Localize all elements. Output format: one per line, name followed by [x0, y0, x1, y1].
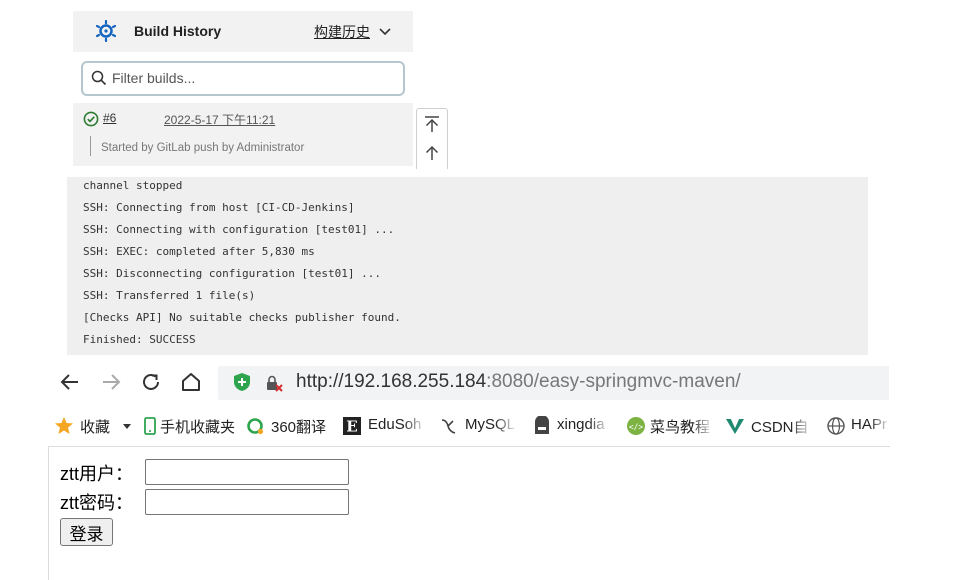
- url-path: :8080/easy-springmvc-maven/: [486, 371, 741, 392]
- runoob-icon: </>: [627, 417, 645, 435]
- bookmark-mobile[interactable]: 手机收藏夹: [140, 413, 240, 439]
- insecure-lock-icon[interactable]: [265, 374, 283, 392]
- console-line: Finished: SUCCESS: [83, 333, 196, 346]
- console-line: SSH: Transferred 1 file(s): [83, 289, 256, 302]
- console-line: channel stopped: [83, 179, 183, 192]
- bookmark-favorites[interactable]: 收藏: [54, 413, 124, 439]
- console-line: SSH: Disconnecting configuration [test01…: [83, 267, 382, 280]
- username-label: ztt用户：: [60, 464, 134, 484]
- translate-icon: [247, 418, 264, 435]
- filter-builds-field[interactable]: [81, 61, 405, 96]
- bookmark-fade: [495, 409, 517, 443]
- bookmark-label: 收藏: [80, 419, 111, 436]
- console-line: [Checks API] No suitable checks publishe…: [83, 311, 401, 324]
- success-check-icon: [83, 111, 99, 127]
- url-host: http://192.168.255.184: [296, 371, 487, 392]
- content-left-edge: [48, 446, 49, 580]
- build-history-icon: [95, 20, 117, 42]
- bookmarks-bar: 收藏 手机收藏夹 360翻译 E EduSoh MySQL xingdia </…: [54, 409, 890, 443]
- bookmark-fade: [588, 409, 610, 443]
- back-icon[interactable]: [58, 370, 82, 394]
- build-history-cn-link[interactable]: 构建历史: [314, 22, 370, 42]
- bookmark-fade: [791, 409, 813, 443]
- build-date-link[interactable]: 2022-5-17 下午11:21: [164, 111, 275, 128]
- bookmark-fade: [404, 409, 426, 443]
- star-icon: [55, 417, 73, 434]
- forward-icon[interactable]: [99, 370, 123, 394]
- console-line: SSH: Connecting from host [CI-CD-Jenkins…: [83, 201, 355, 214]
- filter-builds-input[interactable]: [112, 68, 392, 88]
- scroll-to-top-icon[interactable]: [422, 114, 442, 134]
- build-number-link[interactable]: #6: [103, 111, 116, 125]
- bookmark-label: 360翻译: [271, 419, 327, 436]
- entry-divider: [90, 136, 91, 156]
- console-line: SSH: EXEC: completed after 5,830 ms: [83, 245, 315, 258]
- globe-icon: [827, 417, 845, 435]
- content-divider: [48, 446, 890, 447]
- shield-icon[interactable]: [232, 372, 252, 392]
- password-input[interactable]: [145, 489, 349, 515]
- edusoho-icon: E: [343, 417, 361, 436]
- password-label: ztt密码：: [60, 493, 134, 513]
- build-history-title: Build History: [134, 23, 222, 39]
- svg-text:</>: </>: [629, 423, 644, 432]
- search-icon: [91, 70, 107, 86]
- phone-icon: [144, 417, 156, 435]
- console-output: channel stopped SSH: Connecting from hos…: [67, 177, 868, 355]
- login-button[interactable]: 登录: [60, 518, 113, 546]
- build-history-header: Build History 构建历史: [73, 11, 413, 52]
- chevron-down-icon[interactable]: [378, 24, 392, 38]
- username-input[interactable]: [145, 459, 349, 485]
- bookmark-fade: [692, 409, 714, 443]
- address-bar[interactable]: http://192.168.255.184:8080/easy-springm…: [218, 366, 889, 400]
- build-description: Started by GitLab push by Administrator: [101, 142, 305, 154]
- scroll-controls: [416, 108, 448, 169]
- caret-down-icon[interactable]: [122, 421, 132, 431]
- csdn-icon: [726, 419, 744, 434]
- bookmark-fade: [869, 409, 890, 443]
- console-line: SSH: Connecting with configuration [test…: [83, 223, 395, 236]
- reload-icon[interactable]: [139, 370, 163, 394]
- svg-text:E: E: [346, 418, 357, 436]
- scroll-up-icon[interactable]: [422, 143, 442, 163]
- mysql-icon: [441, 419, 456, 434]
- bookmark-label: 手机收藏夹: [160, 419, 236, 436]
- home-icon[interactable]: [179, 370, 203, 394]
- bookmark-360-translate[interactable]: 360翻译: [245, 413, 333, 439]
- build-entry[interactable]: #6 2022-5-17 下午11:21 Started by GitLab p…: [73, 103, 413, 166]
- url-text[interactable]: http://192.168.255.184:8080/easy-springm…: [296, 371, 741, 393]
- xingdian-icon: [535, 416, 549, 434]
